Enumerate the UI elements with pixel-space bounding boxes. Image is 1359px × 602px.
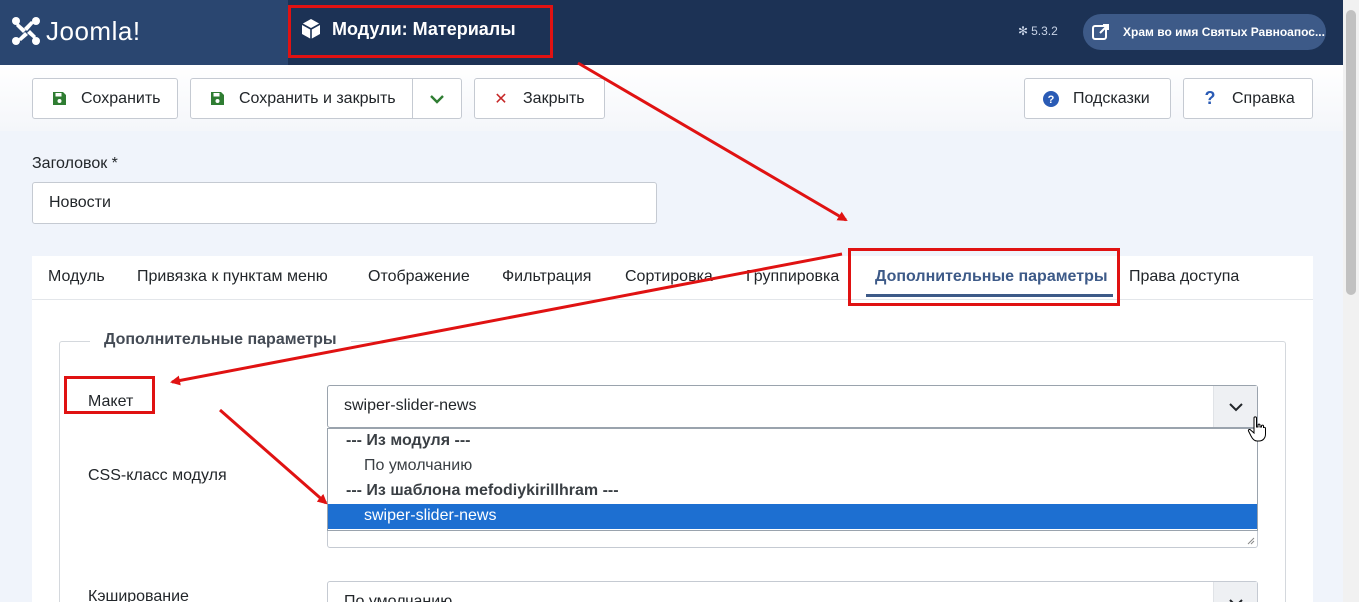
dropdown-group-template: --- Из шаблона mefodiykirillhram --- — [346, 482, 619, 499]
scrollbar-thumb[interactable] — [1346, 10, 1356, 295]
tab-filtering[interactable]: Фильтрация — [502, 268, 591, 286]
title-label: Заголовок * — [32, 155, 118, 172]
resize-handle-icon[interactable] — [1247, 537, 1255, 545]
hand-cursor-icon — [1247, 416, 1266, 442]
version-number: 5.3.2 — [1031, 24, 1058, 38]
version-info: ✻ 5.3.2 — [1018, 24, 1058, 38]
annotation-box-layout — [64, 376, 155, 414]
save-label: Сохранить — [81, 89, 161, 107]
annotation-box-title — [288, 5, 553, 58]
help-label: Справка — [1232, 89, 1295, 107]
toolbar: Сохранить Сохранить и закрыть ✕ Закрыть … — [0, 65, 1343, 131]
chevron-down-icon — [1228, 598, 1243, 602]
close-button[interactable]: ✕ Закрыть — [474, 78, 605, 119]
tips-button[interactable]: ? Подсказки — [1024, 78, 1171, 119]
logo-text: Joomla! — [46, 16, 141, 46]
layout-select-value: swiper-slider-news — [344, 397, 477, 414]
dropdown-option-default[interactable]: По умолчанию — [328, 454, 1257, 479]
close-icon: ✕ — [494, 90, 508, 108]
title-input[interactable]: Новости — [32, 182, 657, 224]
close-label: Закрыть — [523, 89, 585, 107]
save-button[interactable]: Сохранить — [32, 78, 178, 119]
svg-text:?: ? — [1048, 94, 1055, 106]
site-link-button[interactable]: Храм во имя Святых Равноапос... — [1083, 14, 1326, 50]
cache-select-value: По умолчанию — [344, 593, 453, 602]
chevron-down-icon — [430, 94, 444, 104]
question-icon: ? — [1204, 88, 1216, 108]
layout-select[interactable]: swiper-slider-news — [327, 385, 1258, 428]
tab-ordering[interactable]: Сортировка — [625, 268, 713, 286]
joomla-logo-icon — [12, 17, 40, 45]
chevron-down-icon — [1228, 402, 1243, 411]
tab-menu-assignment[interactable]: Привязка к пунктам меню — [137, 268, 328, 286]
help-button[interactable]: ? Справка — [1183, 78, 1313, 119]
tab-permissions[interactable]: Права доступа — [1129, 268, 1239, 286]
site-name: Храм во имя Святых Равноапос... — [1123, 25, 1325, 39]
dropdown-group-module: --- Из модуля --- — [346, 432, 471, 449]
dropdown-option-swiper[interactable]: swiper-slider-news — [328, 504, 1257, 529]
tips-label: Подсказки — [1073, 89, 1150, 107]
css-class-label: CSS-класс модуля — [88, 467, 227, 484]
external-link-icon — [1092, 24, 1109, 40]
app-header: Joomla! Модули: Материалы ✻ 5.3.2 Храм в… — [0, 0, 1359, 65]
tab-grouping[interactable]: Группировка — [746, 268, 839, 286]
tab-display[interactable]: Отображение — [368, 268, 470, 286]
tab-module[interactable]: Модуль — [48, 268, 105, 286]
fieldset-legend: Дополнительные параметры — [90, 331, 351, 349]
save-dropdown-toggle[interactable] — [413, 79, 461, 118]
logo-area[interactable]: Joomla! — [0, 0, 288, 65]
layout-dropdown-list: --- Из модуля --- По умолчанию --- Из ша… — [327, 428, 1258, 531]
annotation-box-tab — [848, 248, 1120, 306]
save-icon — [51, 91, 67, 107]
cache-select[interactable]: По умолчанию — [327, 581, 1258, 602]
save-icon — [209, 91, 225, 107]
joomla-small-icon: ✻ — [1018, 24, 1029, 38]
question-circle-icon: ? — [1043, 90, 1059, 107]
cache-select-toggle[interactable] — [1213, 582, 1257, 602]
tab-bar: Модуль Привязка к пунктам меню Отображен… — [32, 256, 1313, 300]
save-close-label: Сохранить и закрыть — [239, 89, 396, 107]
cache-label: Кэширование — [88, 588, 189, 602]
